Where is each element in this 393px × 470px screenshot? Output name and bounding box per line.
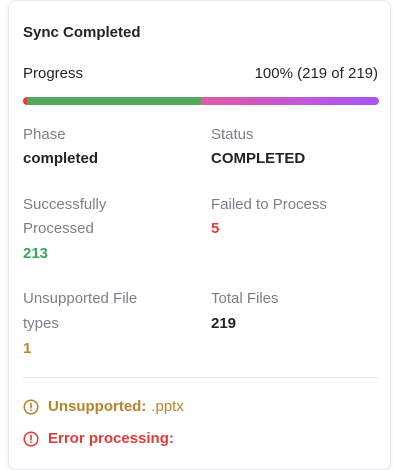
successfully-processed-label-line2: Processed bbox=[23, 220, 94, 237]
total-files-value: 219 bbox=[211, 315, 237, 332]
notice-unsupported-detail: .pptx bbox=[151, 398, 184, 415]
sync-status-card: Sync Completed Progress 100% (219 of 219… bbox=[8, 0, 391, 470]
successfully-processed-label-line1: Successfully bbox=[23, 196, 107, 213]
progress-label: Progress bbox=[23, 65, 84, 82]
phase-value: completed bbox=[23, 150, 99, 167]
divider bbox=[23, 377, 379, 378]
notice-error-title: Error processing: bbox=[48, 430, 174, 447]
unsupported-file-types-value: 1 bbox=[23, 340, 32, 357]
warning-circle-icon bbox=[23, 399, 39, 415]
unsupported-file-types-label-line1: Unsupported File bbox=[23, 290, 138, 307]
failed-to-process-value: 5 bbox=[211, 220, 220, 237]
status-value: COMPLETED bbox=[211, 150, 306, 167]
progress-value: 100% (219 of 219) bbox=[254, 65, 378, 82]
unsupported-file-types-label-line2: types bbox=[23, 315, 59, 332]
card-title: Sync Completed bbox=[23, 24, 141, 41]
progress-bar bbox=[23, 97, 379, 105]
notice-error: Error processing: bbox=[23, 428, 179, 450]
notice-unsupported-title: Unsupported: bbox=[48, 398, 147, 415]
failed-to-process-label: Failed to Process bbox=[211, 196, 327, 213]
successfully-processed-value: 213 bbox=[23, 245, 49, 262]
status-label: Status bbox=[211, 126, 254, 143]
total-files-label: Total Files bbox=[211, 290, 279, 307]
progress-segment-unsupported bbox=[201, 97, 379, 105]
notice-unsupported: Unsupported: .pptx bbox=[23, 396, 184, 418]
error-circle-icon bbox=[23, 431, 39, 447]
progress-segment-successful bbox=[27, 97, 201, 105]
phase-label: Phase bbox=[23, 126, 66, 143]
